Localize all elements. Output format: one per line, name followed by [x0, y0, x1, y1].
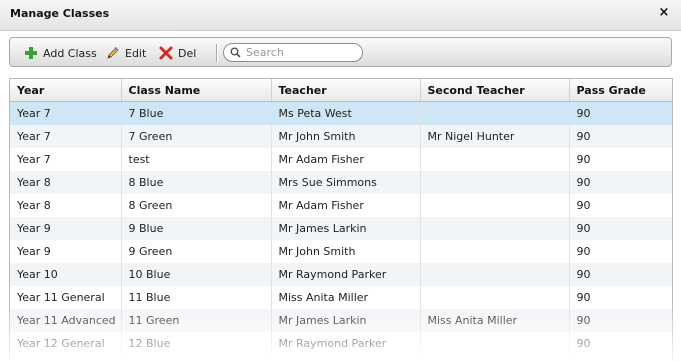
column-header-second-teacher[interactable]: Second Teacher	[420, 79, 570, 102]
cell-teacher: Mr John Smith	[271, 125, 421, 148]
plus-icon	[25, 47, 37, 59]
cell-pass-grade: 90	[576, 337, 591, 350]
cell-teacher: Mr Adam Fisher	[271, 194, 421, 217]
delete-label: Del	[178, 46, 197, 60]
table-row[interactable]: Year 99 Green Mr John Smith 90	[10, 240, 672, 263]
classes-grid: Year Class Name Teacher Second Teacher P…	[9, 78, 673, 361]
cell-class-name: 9 Blue	[121, 217, 272, 240]
cell-year: Year 7	[10, 148, 122, 171]
table-row[interactable]: Year 88 Green Mr Adam Fisher 90	[10, 194, 672, 217]
window-title: Manage Classes	[10, 7, 110, 20]
search-box[interactable]	[223, 43, 363, 62]
title-bar: Manage Classes ×	[0, 0, 681, 31]
table-row[interactable]: Year 77 Blue Ms Peta West 90	[10, 101, 672, 125]
cell-pass-grade: 90	[576, 245, 591, 258]
close-icon[interactable]: ×	[657, 6, 671, 20]
cell-pass-grade: 90	[569, 171, 672, 194]
classes-table: Year Class Name Teacher Second Teacher P…	[10, 79, 672, 355]
cell-second-teacher	[420, 332, 570, 355]
cell-class-name: 11 Green	[121, 309, 272, 332]
edit-button[interactable]: Edit	[106, 44, 146, 62]
table-row[interactable]: Year 12 General 12 Blue Mr Raymond Parker 9…	[10, 332, 672, 355]
toolbar-separator	[216, 44, 218, 62]
cell-class-name: 10 Blue	[121, 263, 272, 286]
column-header-year[interactable]: Year	[10, 79, 122, 102]
add-class-label: Add Class	[43, 46, 97, 60]
cell-year: Year 7	[10, 125, 122, 148]
cell-pass-grade: 90	[569, 217, 672, 240]
cell-pass-grade: 90	[569, 263, 672, 286]
cell-teacher: Mr Raymond Parker	[271, 263, 421, 286]
edit-label: Edit	[125, 46, 147, 60]
cell-year: Year 12 General	[10, 332, 122, 355]
cell-class-name: 8 Blue	[121, 171, 272, 194]
cell-pass-grade: 90	[576, 199, 591, 212]
cell-second-teacher	[420, 171, 570, 194]
cell-class-name: 8 Green	[121, 194, 272, 217]
cell-class-name: 7 Green	[121, 125, 272, 148]
cell-year: Year 8	[10, 194, 122, 217]
cell-second-teacher	[420, 240, 570, 263]
cell-pass-grade: 90	[569, 101, 672, 125]
cell-pass-grade: 90	[569, 309, 672, 332]
cell-teacher: Mr James Larkin	[271, 309, 421, 332]
table-row[interactable]: Year 11 Advanced 11 Green Mr James Larkin M…	[10, 309, 672, 332]
cell-second-teacher: Mr Nigel Hunter	[420, 125, 570, 148]
cell-year: Year 9	[10, 240, 122, 263]
table-row[interactable]: Year 11 General 11 Blue Miss Anita Miller 9…	[10, 286, 672, 309]
table-row[interactable]: Year 99 Blue Mr James Larkin 90	[10, 217, 672, 240]
cell-second-teacher	[420, 101, 570, 125]
cell-second-teacher	[420, 286, 570, 309]
cell-second-teacher: Miss Anita Miller	[420, 309, 570, 332]
pencil-icon	[107, 46, 119, 59]
cell-second-teacher	[420, 217, 570, 240]
cell-teacher: Mr Raymond Parker	[271, 332, 421, 355]
cell-year: Year 9	[10, 217, 122, 240]
column-header-teacher[interactable]: Teacher	[271, 79, 421, 102]
cell-teacher: Mr James Larkin	[271, 217, 421, 240]
table-row[interactable]: Year 77 Green Mr John Smith Mr Nigel Hunte…	[10, 125, 672, 148]
table-row[interactable]: Year 10 10 Blue Mr Raymond Parker 90	[10, 263, 672, 286]
table-row[interactable]: Year 88 Blue Mrs Sue Simmons 90	[10, 171, 672, 194]
column-header-pass-grade[interactable]: Pass Grade	[569, 79, 672, 102]
cell-teacher: Mr Adam Fisher	[271, 148, 421, 171]
delete-x-icon	[159, 46, 173, 60]
cell-year: Year 11 General	[10, 286, 122, 309]
cell-year: Year 10	[10, 263, 122, 286]
toolbar: Add Class Edit Del	[9, 37, 672, 67]
cell-pass-grade: 90	[576, 291, 591, 304]
column-header-class-name[interactable]: Class Name	[121, 79, 272, 102]
cell-pass-grade: 90	[576, 153, 591, 166]
cell-class-name: 11 Blue	[121, 286, 272, 309]
cell-second-teacher	[420, 194, 570, 217]
cell-second-teacher	[420, 148, 570, 171]
cell-teacher: Ms Peta West	[271, 101, 421, 125]
cell-class-name: 12 Blue	[121, 332, 272, 355]
cell-year: Year 7	[10, 101, 122, 125]
cell-year: Year 11 Advanced	[10, 309, 122, 332]
cell-year: Year 8	[10, 171, 122, 194]
cell-pass-grade: 90	[569, 125, 672, 148]
table-header-row: Year Class Name Teacher Second Teacher P…	[10, 79, 672, 102]
cell-class-name: 7 Blue	[121, 101, 272, 125]
cell-teacher: Mrs Sue Simmons	[271, 171, 421, 194]
search-icon	[230, 47, 241, 58]
cell-second-teacher	[420, 263, 570, 286]
cell-class-name: 9 Green	[121, 240, 272, 263]
delete-button[interactable]: Del	[159, 44, 196, 62]
add-class-button[interactable]: Add Class	[24, 44, 97, 62]
cell-teacher: Miss Anita Miller	[271, 286, 421, 309]
search-input[interactable]	[246, 45, 356, 60]
table-row[interactable]: Year 7 test Mr Adam Fisher 90	[10, 148, 672, 171]
cell-teacher: Mr John Smith	[271, 240, 421, 263]
cell-class-name: test	[121, 148, 272, 171]
